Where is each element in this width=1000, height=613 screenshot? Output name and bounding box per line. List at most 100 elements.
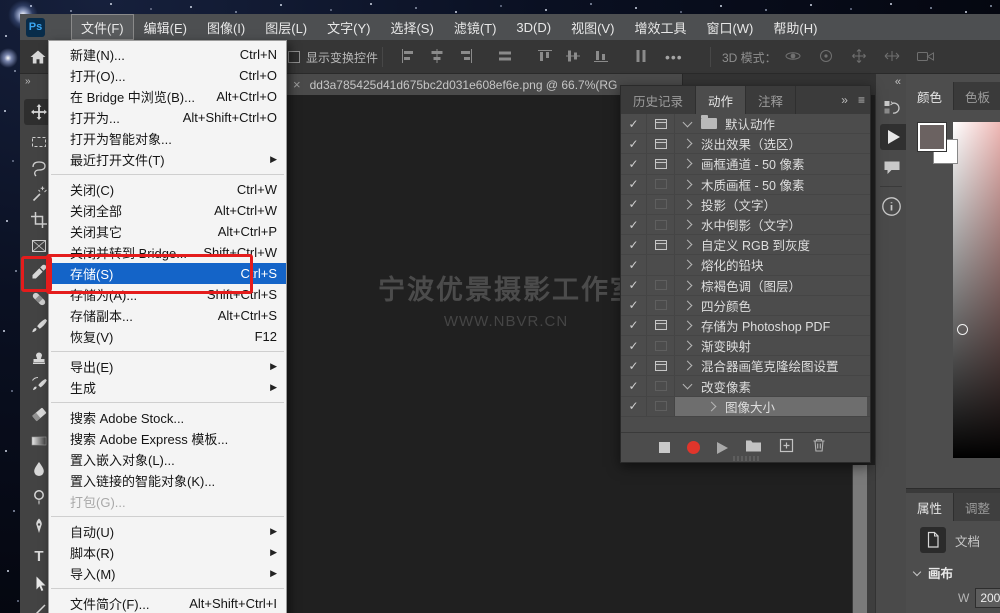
notes-panel-icon[interactable] [876,154,907,180]
chevron-right-icon[interactable] [683,240,693,250]
checkbox-icon[interactable] [288,51,300,63]
menu-item-import[interactable]: 导入(M)▶ [49,563,286,584]
home-button[interactable] [28,40,48,74]
tab-adjustments[interactable]: 调整 [954,493,1000,521]
action-row[interactable]: ✓ 渐变映射 [621,336,870,356]
vertical-scrollbar[interactable] [852,465,867,613]
menu-item-new[interactable]: 新建(N)...Ctrl+N [49,44,286,65]
dialog-toggle[interactable] [647,356,675,375]
foreground-color-swatch[interactable] [918,123,946,151]
menu-item-close-all[interactable]: 关闭全部Alt+Ctrl+W [49,200,286,221]
tab-color[interactable]: 颜色 [906,82,954,110]
toggle-item-check[interactable]: ✓ [621,154,647,173]
dialog-toggle[interactable] [647,134,675,153]
more-options[interactable]: ••• [665,40,683,74]
align-left-icon[interactable] [401,49,417,66]
chevron-right-icon[interactable] [683,341,693,351]
tab-notes[interactable]: 注释 [746,86,796,114]
action-row[interactable]: ✓ 投影（文字） [621,195,870,215]
action-row[interactable]: ✓ 自定义 RGB 到灰度 [621,235,870,255]
toggle-item-check[interactable]: ✓ [621,255,647,274]
menu-item-place-embedded[interactable]: 置入嵌入对象(L)... [49,449,286,470]
dialog-toggle[interactable] [647,255,675,274]
collapse-panels-icon[interactable]: « [876,74,906,94]
action-row[interactable]: ✓ 木质画框 - 50 像素 [621,175,870,195]
width-input[interactable] [975,588,1000,608]
chevron-right-icon[interactable] [683,260,693,270]
action-row[interactable]: ✓ 棕褐色调（图层） [621,276,870,296]
toggle-item-check[interactable]: ✓ [621,134,647,153]
menu-item-close-goto-bridge[interactable]: 关闭并转到 Bridge...Shift+Ctrl+W [49,242,286,263]
tab-properties[interactable]: 属性 [906,493,954,521]
menu-view[interactable]: 视图(V) [561,14,624,40]
chevron-right-icon[interactable] [683,321,693,331]
menu-item-revert[interactable]: 恢复(V)F12 [49,326,286,347]
menu-item-generate[interactable]: 生成▶ [49,377,286,398]
chevron-right-icon[interactable] [683,220,693,230]
color-picker-handle[interactable] [957,324,968,335]
dialog-toggle[interactable] [647,235,675,254]
chevron-right-icon[interactable] [683,179,693,189]
toggle-item-check[interactable]: ✓ [621,195,647,214]
dialog-toggle[interactable] [647,276,675,295]
show-transform-controls[interactable]: 显示变换控件 [288,40,378,74]
actions-panel-icon[interactable] [880,124,907,150]
new-action-button[interactable] [779,438,794,458]
toggle-item-check[interactable]: ✓ [621,397,647,416]
menu-item-export[interactable]: 导出(E)▶ [49,356,286,377]
menu-item-automate[interactable]: 自动(U)▶ [49,521,286,542]
align-center-horizontal-icon[interactable] [429,49,445,66]
3d-slide-icon[interactable] [883,48,902,67]
chevron-down-icon[interactable] [683,380,693,390]
align-middle-icon[interactable] [565,49,581,66]
menu-item-save-as[interactable]: 存储为(A)...Shift+Ctrl+S [49,284,286,305]
dialog-toggle[interactable] [647,175,675,194]
chevron-right-icon[interactable] [683,361,693,371]
menu-filter[interactable]: 滤镜(T) [444,14,507,40]
action-row[interactable]: ✓ 四分颜色 [621,296,870,316]
chevron-right-icon[interactable] [683,199,693,209]
toggle-item-check[interactable]: ✓ [621,316,647,335]
3d-pan-icon[interactable] [850,48,869,67]
action-row[interactable]: ✓ 画框通道 - 50 像素 [621,154,870,174]
toggle-item-check[interactable]: ✓ [621,356,647,375]
menu-layer[interactable]: 图层(L) [255,14,317,40]
dialog-toggle[interactable] [647,316,675,335]
chevron-right-icon[interactable] [707,401,717,411]
dialog-toggle[interactable] [647,215,675,234]
action-row[interactable]: ✓ 存储为 Photoshop PDF [621,316,870,336]
chevron-right-icon[interactable] [683,280,693,290]
dialog-toggle[interactable] [647,296,675,315]
action-row[interactable]: ✓ 改变像素 [621,376,870,396]
menu-item-recent-files[interactable]: 最近打开文件(T)▶ [49,149,286,170]
menu-file[interactable]: 文件(F) [71,14,134,40]
menu-item-save-copy[interactable]: 存储副本...Alt+Ctrl+S [49,305,286,326]
dialog-toggle[interactable] [647,114,675,133]
tab-history[interactable]: 历史记录 [621,86,696,114]
menu-item-search-adobe-express[interactable]: 搜索 Adobe Express 模板... [49,428,286,449]
dialog-toggle[interactable] [647,397,675,416]
history-panel-icon[interactable] [876,94,907,120]
menu-item-open-as[interactable]: 打开为...Alt+Shift+Ctrl+O [49,107,286,128]
toggle-item-check[interactable]: ✓ [621,336,647,355]
panel-menu-icon[interactable]: ≡ [853,86,870,114]
dialog-toggle[interactable] [647,154,675,173]
chevron-right-icon[interactable] [683,300,693,310]
info-panel-icon[interactable] [876,193,907,219]
align-right-icon[interactable] [457,49,473,66]
stop-button[interactable] [659,442,670,453]
color-picker-gradient[interactable] [953,122,1000,458]
menu-item-scripts[interactable]: 脚本(R)▶ [49,542,286,563]
menu-item-open[interactable]: 打开(O)...Ctrl+O [49,65,286,86]
record-button[interactable] [687,441,700,454]
menu-edit[interactable]: 编辑(E) [134,14,197,40]
3d-orbit-icon[interactable] [784,48,803,67]
delete-action-button[interactable] [811,437,827,458]
menu-plugins[interactable]: 增效工具 [624,14,696,40]
tab-actions[interactable]: 动作 [696,86,746,114]
action-row-default-set[interactable]: ✓ 默认动作 [621,114,870,134]
new-set-button[interactable] [745,438,762,457]
play-button[interactable] [717,442,728,454]
chevron-right-icon[interactable] [683,159,693,169]
menu-image[interactable]: 图像(I) [197,14,255,40]
